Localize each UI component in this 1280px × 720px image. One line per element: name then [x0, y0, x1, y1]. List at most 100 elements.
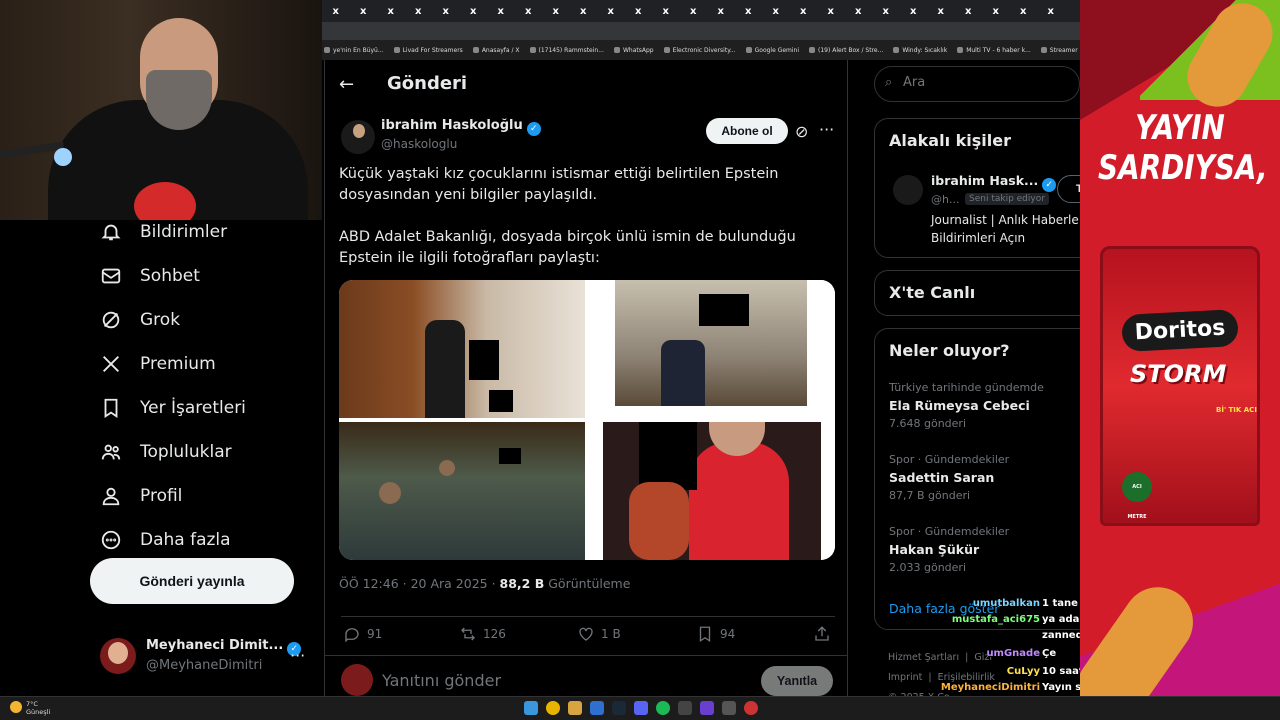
tab-close-icon[interactable]: x [955, 6, 983, 17]
reply-input[interactable]: Yanıtını gönder [382, 671, 501, 690]
tab-close-icon[interactable]: x [405, 6, 433, 17]
tab-close-icon[interactable]: x [872, 6, 900, 17]
photo-2[interactable] [589, 280, 835, 418]
like-action[interactable]: 1 B [577, 625, 621, 643]
tab-close-icon[interactable]: x [900, 6, 928, 17]
avatar[interactable] [893, 175, 923, 205]
tab-close-icon[interactable]: x [597, 6, 625, 17]
photo-1[interactable] [339, 280, 585, 418]
tab-close-icon[interactable]: x [432, 6, 460, 17]
steam-icon[interactable] [612, 701, 626, 715]
bookmark-item[interactable]: Streamer Panel [1040, 47, 1080, 54]
bell-icon [101, 224, 121, 241]
bookmark-action[interactable]: 94 [696, 625, 735, 643]
grok-icon[interactable]: ⊘ [795, 122, 808, 141]
nav-item-more[interactable]: Daha fazla [90, 518, 320, 562]
post-actions: 91 126 1 B 94 [341, 616, 835, 643]
bookmark-item[interactable]: (17145) Rammstein... [529, 47, 604, 54]
tab-close-icon[interactable]: x [707, 6, 735, 17]
bookmark-item[interactable]: ye'nin En Büyü... [324, 47, 384, 54]
bookmark-item[interactable]: Anasayfa / X [472, 47, 520, 54]
photo-4[interactable] [589, 422, 835, 560]
bookmark-item[interactable]: Google Gemini [745, 47, 799, 54]
tab-close-icon[interactable]: x [625, 6, 653, 17]
tab-close-icon[interactable]: x [1037, 6, 1065, 17]
chrome-icon[interactable] [546, 701, 560, 715]
favicon-icon [809, 47, 816, 53]
tab-close-icon[interactable]: x [845, 6, 873, 17]
tab-close-icon[interactable]: x [515, 6, 543, 17]
tab-close-icon[interactable]: x [927, 6, 955, 17]
page-title: Gönderi [387, 73, 468, 94]
post-media-grid[interactable] [339, 280, 835, 560]
nav-item-notifications[interactable]: Bildirimler [90, 210, 320, 254]
app-icon[interactable] [590, 701, 604, 715]
bookmark-item[interactable]: Livad For Streamers [393, 47, 463, 54]
photo-3[interactable] [339, 422, 585, 560]
bookmark-item[interactable]: Electronic Diversity... [663, 47, 736, 54]
reply-button[interactable]: Yanıtla [761, 666, 833, 696]
tab-close-icon[interactable]: x [322, 6, 350, 17]
favicon-icon [745, 47, 752, 53]
nav-item-bookmarks[interactable]: Yer İşaretleri [90, 386, 320, 430]
post-button[interactable]: Gönderi yayınla [90, 558, 294, 604]
follows-you-badge: Seni takip ediyor [965, 193, 1049, 205]
nav-item-chat[interactable]: Sohbet [90, 254, 320, 298]
footer-link[interactable]: Imprint [888, 672, 922, 683]
trend-item[interactable]: Spor · Gündemdekiler Sadettin Saran 87,7… [889, 453, 1089, 502]
trend-item[interactable]: Spor · Gündemdekiler Hakan Şükür 2.033 g… [889, 525, 1089, 574]
author-handle[interactable]: @haskologlu [381, 137, 457, 151]
back-arrow-icon[interactable]: ← [339, 74, 354, 95]
share-action[interactable] [813, 625, 831, 643]
discord-icon[interactable] [634, 701, 648, 715]
spotify-icon[interactable] [656, 701, 670, 715]
account-switcher[interactable]: Meyhaneci Dimit... ✓ @MeyhaneDimitri ··· [100, 636, 320, 676]
tab-close-icon[interactable]: x [377, 6, 405, 17]
trend-item[interactable]: Türkiye tarihinde gündemde Ela Rümeysa C… [889, 381, 1089, 430]
tab-close-icon[interactable]: x [460, 6, 488, 17]
tab-close-icon[interactable]: x [542, 6, 570, 17]
bookmark-item[interactable]: (19) Alert Box / Stre... [809, 47, 883, 54]
start-icon[interactable] [524, 701, 538, 715]
chat-username: MeyhaneciDimitri [940, 682, 1040, 693]
nav-item-premium[interactable]: Premium [90, 342, 320, 386]
bookmark-item[interactable]: WhatsApp [613, 47, 654, 54]
tab-close-icon[interactable]: x [1010, 6, 1038, 17]
tab-close-icon[interactable]: x [790, 6, 818, 17]
tab-close-icon[interactable]: x [350, 6, 378, 17]
author-avatar[interactable] [341, 120, 375, 154]
more-icon[interactable]: ··· [290, 646, 305, 665]
app-icon[interactable] [700, 701, 714, 715]
repost-count: 126 [483, 627, 506, 641]
app-icon[interactable] [722, 701, 736, 715]
address-bar-area[interactable] [322, 22, 1080, 40]
folder-icon[interactable] [568, 701, 582, 715]
nav-item-profile[interactable]: Profil [90, 474, 320, 518]
author-name[interactable]: ibrahim Haskoloğlu ✓ [381, 118, 541, 136]
tab-close-icon[interactable]: x [982, 6, 1010, 17]
related-person-name[interactable]: ibrahim Hask... ✓ [931, 173, 1057, 192]
repost-action[interactable]: 126 [459, 625, 506, 643]
app-icon[interactable] [678, 701, 692, 715]
obs-icon[interactable] [744, 701, 758, 715]
bookmark-item[interactable]: Windy: Sıcaklık [893, 47, 947, 54]
nav-item-grok[interactable]: Grok [90, 298, 320, 342]
search-input[interactable] [903, 75, 1073, 90]
nav-item-communities[interactable]: Topluluklar [90, 430, 320, 474]
bookmark-item[interactable]: Multi TV - 6 haber k... [957, 47, 1031, 54]
related-person-handle: @h... [931, 193, 960, 206]
more-icon[interactable]: ··· [819, 120, 834, 139]
tab-close-icon[interactable]: x [735, 6, 763, 17]
reply-action[interactable]: 91 [343, 625, 382, 643]
tab-close-icon[interactable]: x [487, 6, 515, 17]
nav-label: Topluluklar [140, 442, 232, 462]
tab-close-icon[interactable]: x [570, 6, 598, 17]
search-box[interactable]: ⌕ [874, 66, 1080, 102]
tab-close-icon[interactable]: x [817, 6, 845, 17]
weather-widget[interactable]: 7°C Güneşli [26, 700, 50, 716]
live-card[interactable]: X'te Canlı [874, 270, 1094, 316]
tab-close-icon[interactable]: x [762, 6, 790, 17]
follow-button[interactable]: Abone ol [706, 118, 788, 144]
tab-close-icon[interactable]: x [652, 6, 680, 17]
tab-close-icon[interactable]: x [680, 6, 708, 17]
